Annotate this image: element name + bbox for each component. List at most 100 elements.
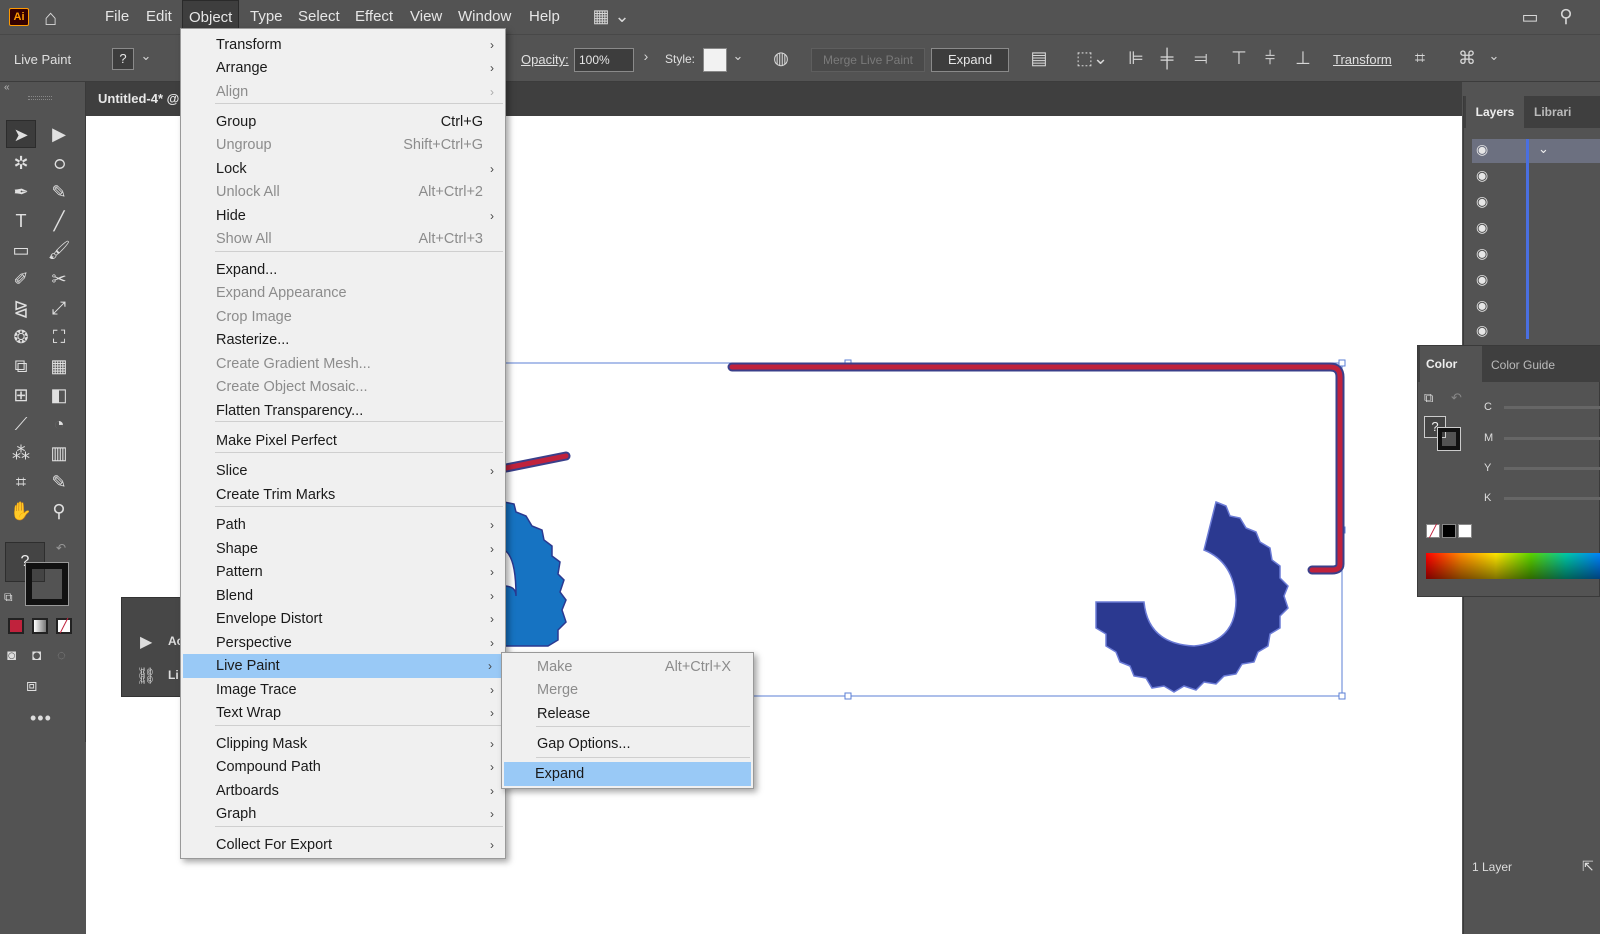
swap-fill-stroke-icon[interactable]: ↶ — [56, 541, 66, 555]
artboard-tool-icon[interactable]: ⌗ — [6, 468, 36, 496]
mesh-tool-icon[interactable]: ⊞ — [6, 381, 36, 409]
workspace-switcher-icon[interactable]: ▦ ⌄ — [589, 6, 633, 28]
live-paint-menu-item[interactable]: Expand — [504, 762, 751, 786]
object-menu-item[interactable]: Collect For Export › — [181, 833, 505, 857]
visibility-eye-icon[interactable]: ◉ — [1476, 322, 1488, 339]
object-menu-item[interactable]: Artboards › — [181, 779, 505, 803]
object-menu-item[interactable]: Show All Alt+Ctrl+3 — [181, 227, 505, 251]
tab-color[interactable]: Color — [1420, 346, 1482, 382]
visibility-eye-icon[interactable]: ◉ — [1476, 245, 1488, 262]
object-menu-item[interactable]: Expand... — [181, 258, 505, 282]
reflect-tool-icon[interactable]: ⧎ — [6, 294, 36, 322]
screen-mode-icon[interactable]: ⧈ — [26, 675, 37, 696]
object-menu-item[interactable]: Unlock All Alt+Ctrl+2 — [181, 180, 505, 204]
live-paint-menu-item[interactable]: Merge — [502, 678, 753, 702]
play-icon[interactable]: ▶ — [140, 632, 152, 652]
selection-tool-icon[interactable]: ➤ — [6, 120, 36, 148]
live-paint-menu-item[interactable]: Gap Options... — [502, 732, 753, 756]
pen-tool-icon[interactable]: ✒ — [6, 178, 36, 206]
tab-libraries[interactable]: Librari — [1534, 105, 1571, 119]
type-tool-icon[interactable]: T — [6, 207, 36, 235]
chevron-down-icon[interactable]: ⌄ — [137, 48, 155, 70]
align-right-icon[interactable]: ⫤ — [1188, 48, 1214, 72]
document-setup-icon[interactable]: ▤ — [1026, 48, 1052, 72]
object-menu-item[interactable]: Expand Appearance — [181, 281, 505, 305]
object-menu-item[interactable]: Live Paint › — [183, 654, 503, 678]
curvature-tool-icon[interactable]: ✎ — [44, 178, 74, 206]
visibility-eye-icon[interactable]: ◉ — [1476, 141, 1488, 158]
object-menu-item[interactable]: Transform › — [181, 33, 505, 57]
stroke-swatch[interactable]: ? — [112, 48, 134, 70]
object-menu-item[interactable]: Lock › — [181, 157, 505, 181]
draw-normal-icon[interactable]: ◙ — [7, 647, 16, 664]
object-menu-item[interactable]: Create Gradient Mesh... — [181, 352, 505, 376]
object-menu-item[interactable]: Make Pixel Perfect — [181, 429, 505, 453]
object-menu-item[interactable]: Ungroup Shift+Ctrl+G — [181, 133, 505, 157]
export-icon[interactable]: ⇱ — [1582, 858, 1594, 875]
align-bottom-icon[interactable]: ⊥ — [1290, 48, 1316, 72]
zoom-tool-icon[interactable]: ⚲ — [44, 497, 74, 525]
object-menu-item[interactable]: Compound Path › — [181, 755, 505, 779]
align-middle-icon[interactable]: ⫩ — [1257, 48, 1283, 72]
menu-file[interactable]: File — [99, 0, 135, 34]
object-menu-item[interactable]: Pattern › — [181, 560, 505, 584]
object-menu-item[interactable]: Create Trim Marks — [181, 483, 505, 507]
scale-tool-icon[interactable]: ⤢ — [44, 294, 74, 322]
warp-tool-icon[interactable]: ❂ — [6, 323, 36, 351]
tab-color-guide[interactable]: Color Guide — [1491, 358, 1555, 372]
default-colors-icon[interactable]: ⧉ — [1424, 390, 1433, 406]
hand-tool-icon[interactable]: ✋ — [6, 497, 36, 525]
object-menu-item[interactable]: Group Ctrl+G — [181, 110, 505, 134]
document-tab[interactable]: Untitled-4* @ — [98, 91, 179, 106]
object-menu-item[interactable]: Text Wrap › — [181, 701, 505, 725]
channel-y-slider[interactable] — [1504, 467, 1600, 470]
channel-k-slider[interactable] — [1504, 497, 1600, 500]
symbol-sprayer-tool-icon[interactable]: ⁂ — [6, 439, 36, 467]
more-tools-icon[interactable]: ••• — [30, 708, 52, 729]
visibility-eye-icon[interactable]: ◉ — [1476, 297, 1488, 314]
chevron-right-icon[interactable]: › — [637, 48, 655, 70]
stroke-swatch-large[interactable] — [25, 562, 69, 606]
arrange-documents-icon[interactable]: ▭ — [1517, 7, 1543, 29]
merge-live-paint-button[interactable]: Merge Live Paint — [811, 48, 925, 72]
style-swatch[interactable] — [703, 48, 727, 72]
opacity-input[interactable]: 100% — [574, 48, 634, 72]
align-left-icon[interactable]: ⊫ — [1123, 48, 1149, 72]
rectangle-tool-icon[interactable]: ▭ — [6, 236, 36, 264]
object-menu-item[interactable]: Envelope Distort › — [181, 607, 505, 631]
align-to-icon[interactable]: ⬚⌄ — [1075, 48, 1109, 72]
default-fill-stroke-icon[interactable]: ⧉ — [4, 590, 13, 605]
visibility-eye-icon[interactable]: ◉ — [1476, 167, 1488, 184]
object-menu-item[interactable]: Arrange › — [181, 56, 505, 80]
align-top-icon[interactable]: ⊤ — [1226, 48, 1252, 72]
isolate-icon[interactable]: ⌗ — [1407, 48, 1433, 72]
object-menu-item[interactable]: Perspective › — [181, 631, 505, 655]
expand-button[interactable]: Expand — [931, 48, 1009, 72]
none-mode-icon[interactable]: ╱ — [56, 618, 72, 634]
tab-layers[interactable]: Layers — [1466, 96, 1524, 128]
object-menu-item[interactable]: Path › — [181, 513, 505, 537]
visibility-eye-icon[interactable]: ◉ — [1476, 271, 1488, 288]
recolor-artwork-icon[interactable]: ◍ — [768, 48, 794, 72]
live-paint-menu-item[interactable]: Release — [502, 702, 753, 726]
link-icon[interactable]: ⛓ — [136, 666, 156, 686]
collapse-icon[interactable]: « — [4, 82, 10, 93]
eyedropper-tool-icon[interactable]: ⟋ — [6, 410, 36, 438]
color-stroke-swatch[interactable] — [1437, 427, 1461, 451]
object-menu-item[interactable]: Blend › — [181, 584, 505, 608]
paintbrush-tool-icon[interactable]: 🖌 — [44, 236, 74, 264]
visibility-eye-icon[interactable]: ◉ — [1476, 193, 1488, 210]
channel-c-slider[interactable] — [1504, 406, 1600, 409]
gradient-tool-icon[interactable]: ◧ — [44, 381, 74, 409]
chevron-down-icon[interactable]: ⌄ — [1538, 141, 1549, 157]
align-center-icon[interactable]: ╪ — [1154, 48, 1180, 72]
line-tool-icon[interactable]: ╱ — [44, 207, 74, 235]
object-menu-item[interactable]: Image Trace › — [181, 678, 505, 702]
object-menu-item[interactable]: Graph › — [181, 802, 505, 826]
menu-help[interactable]: Help — [523, 0, 566, 34]
object-menu-item[interactable]: Hide › — [181, 204, 505, 228]
visibility-eye-icon[interactable]: ◉ — [1476, 219, 1488, 236]
object-menu-item[interactable]: Crop Image — [181, 305, 505, 329]
shape-builder-tool-icon[interactable]: ⧉ — [6, 352, 36, 380]
layer-row-selected[interactable] — [1472, 139, 1600, 163]
